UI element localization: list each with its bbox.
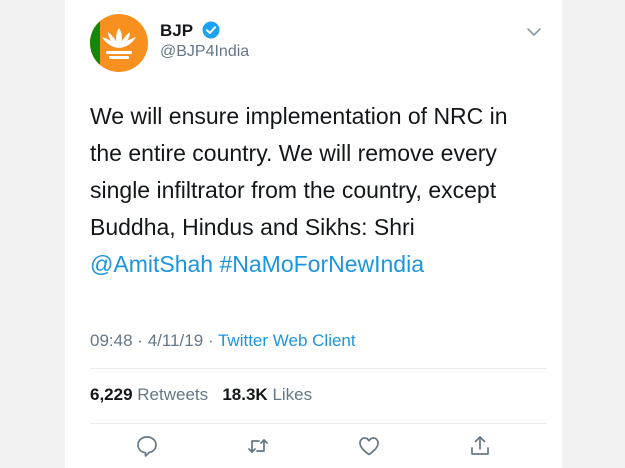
author-name[interactable]: BJP (160, 21, 193, 41)
meta-separator: · (137, 331, 143, 350)
likes-count: 18.3K (222, 385, 268, 404)
tweet-card: BJP @BJP4India We will ensure implementa… (65, 0, 562, 468)
meta-separator: · (207, 331, 214, 350)
likes-stat[interactable]: 18.3K Likes (222, 385, 312, 404)
verified-badge-icon (202, 21, 220, 39)
divider (90, 368, 547, 369)
like-icon[interactable] (357, 434, 381, 458)
tweet-text-line: single infiltrator from the country, exc… (90, 177, 497, 203)
mention-link[interactable]: @AmitShah (90, 251, 213, 277)
share-icon[interactable] (468, 434, 492, 458)
tweet-stats: 6,229 Retweets 18.3K Likes (90, 385, 312, 405)
tweet-text-line: Buddha, Hindus and Sikhs: Shri (90, 214, 415, 240)
tweet-client-link[interactable]: Twitter Web Client (218, 331, 356, 350)
chevron-down-icon[interactable] (526, 26, 542, 38)
tweet-text: We will ensure implementation of NRC in … (90, 98, 550, 283)
retweet-icon[interactable] (246, 434, 270, 458)
hashtag-link[interactable]: #NaMoForNewIndia (219, 251, 424, 277)
avatar[interactable] (90, 14, 148, 72)
tweet-text-line: @AmitShah #NaMoForNewIndia (90, 246, 550, 283)
tweet-text-line: We will ensure implementation of NRC in (90, 103, 508, 129)
lotus-logo-icon (90, 14, 136, 72)
retweets-count: 6,229 (90, 385, 133, 404)
retweets-label: Retweets (137, 385, 209, 404)
tweet-text-line: the entire country. We will remove every (90, 140, 497, 166)
tweet-time[interactable]: 09:48 (90, 331, 133, 350)
reply-icon[interactable] (135, 434, 159, 458)
author-handle[interactable]: @BJP4India (160, 43, 249, 61)
likes-label: Likes (272, 385, 313, 404)
tweet-meta: 09:48 · 4/11/19 · Twitter Web Client (90, 331, 356, 351)
tweet-date[interactable]: 4/11/19 (148, 331, 203, 350)
divider (90, 423, 547, 424)
retweets-stat[interactable]: 6,229 Retweets (90, 385, 208, 404)
